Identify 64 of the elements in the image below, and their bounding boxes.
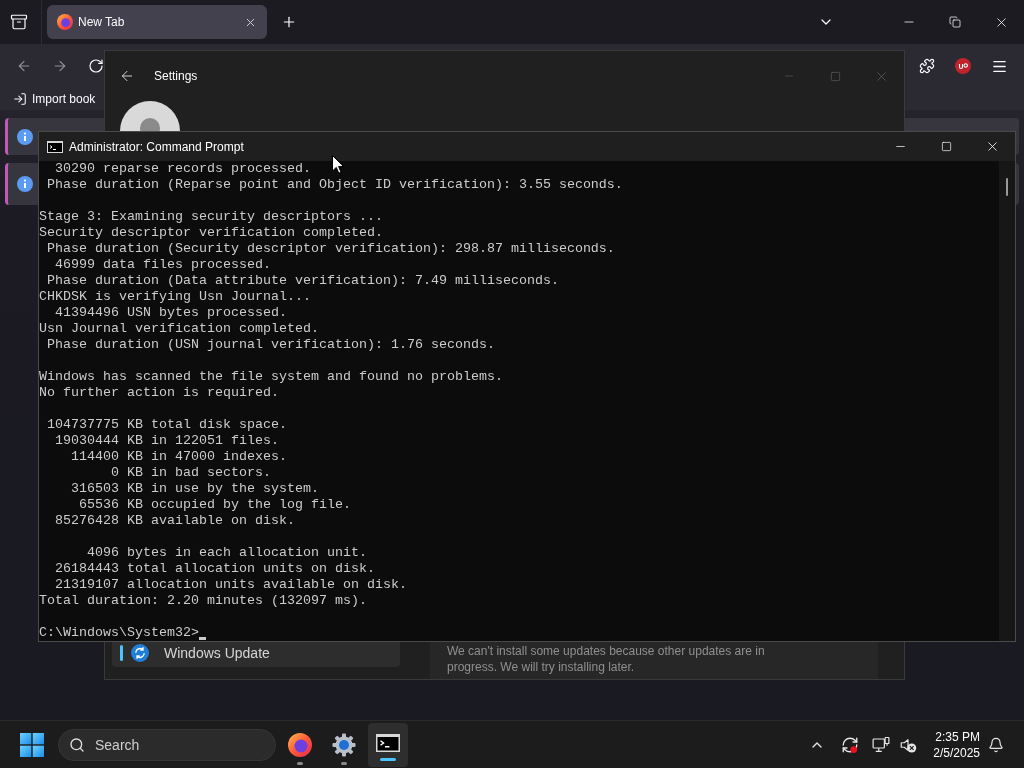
window-title: Settings xyxy=(154,69,198,83)
command-prompt: C:\Windows\System32> xyxy=(39,625,199,641)
import-icon[interactable] xyxy=(13,92,27,106)
terminal-line: Usn Journal verification completed. xyxy=(39,321,319,337)
archive-icon[interactable] xyxy=(10,13,28,31)
start-icon[interactable] xyxy=(20,732,44,757)
terminal-line: 30290 reparse records processed. xyxy=(54,161,311,177)
browser-tab[interactable]: New Tab xyxy=(47,5,267,39)
terminal-line: 21319107 allocation units available on disk. xyxy=(54,577,407,593)
terminal-line: Stage 3: Examining security descriptors ... xyxy=(39,209,383,225)
terminal-line: 104737775 KB total disk space. xyxy=(46,417,287,433)
status-message: We can't install some updates because other updates are in progress. We will try installing later. xyxy=(447,643,766,675)
terminal-line: No further action is required. xyxy=(39,385,279,401)
globe-logo-icon xyxy=(57,14,73,30)
terminal-line: Phase duration (Security descriptor verification): 298.87 milliseconds. xyxy=(46,241,615,257)
text-cursor-icon xyxy=(198,637,206,640)
clock-time: 2:35 PM xyxy=(935,728,980,745)
terminal-line: Phase duration (USN journal verification): 1.76 seconds. xyxy=(46,337,495,353)
terminal-line: Phase duration (Reparse point and Object ID verification): 3.55 seconds. xyxy=(46,177,623,193)
terminal-line: 41394496 USN bytes processed. xyxy=(54,305,287,321)
terminal-line: 19030444 KB in 122051 files. xyxy=(54,433,279,449)
terminal-line: Security descriptor verification completed. xyxy=(39,225,383,241)
pointer-icon xyxy=(332,155,344,174)
notification-bell-icon[interactable] xyxy=(988,736,1004,753)
terminal-line: 0 KB in bad sectors. xyxy=(109,465,271,481)
monitor-icon[interactable] xyxy=(872,735,890,754)
terminal-line: 114400 KB in 47000 indexes. xyxy=(70,449,287,465)
terminal-line: Phase duration (Data attribute verification): 7.49 milliseconds. xyxy=(46,273,559,289)
terminal-line: 26184443 total allocation units on disk. xyxy=(54,561,375,577)
sync-icon xyxy=(131,644,149,662)
restore-icon[interactable] xyxy=(949,16,961,28)
terminal-line: 65536 KB occupied by the log file. xyxy=(78,497,351,513)
extension-badge-icon[interactable] xyxy=(955,58,971,74)
window-title: Administrator: Command Prompt xyxy=(69,139,244,154)
bookmark-item[interactable]: Import book xyxy=(13,92,96,106)
terminal-line: CHKDSK is verifying Usn Journal... xyxy=(39,289,311,305)
console-icon xyxy=(47,140,63,153)
running-indicator-icon xyxy=(341,761,347,765)
reload-icon[interactable] xyxy=(88,58,104,74)
running-indicator-icon xyxy=(380,757,396,761)
gear-icon xyxy=(332,732,356,757)
terminal-line: 46999 data files processed. xyxy=(54,257,271,273)
globe-logo-icon xyxy=(288,732,312,757)
console-icon xyxy=(376,732,400,753)
taskbar-app[interactable] xyxy=(368,722,408,767)
terminal-line: 316503 KB in use by the system. xyxy=(70,481,319,497)
new-tab-icon[interactable] xyxy=(281,14,297,30)
info-icon xyxy=(17,176,33,192)
forward-icon[interactable] xyxy=(52,58,68,74)
terminal-line: 85276428 KB available on disk. xyxy=(54,513,295,529)
running-indicator-icon xyxy=(297,761,303,765)
back-icon[interactable] xyxy=(16,58,32,74)
clock-date: 2/5/2025 xyxy=(933,744,980,761)
terminal-line: Total duration: 2.20 minutes (132097 ms). xyxy=(39,593,367,609)
sync-alert-icon[interactable] xyxy=(841,735,859,754)
info-icon xyxy=(17,128,33,145)
terminal-line: Windows has scanned the file system and found no problems. xyxy=(39,369,503,385)
puzzle-icon[interactable] xyxy=(919,58,935,74)
scroll-thumb[interactable] xyxy=(1006,178,1008,196)
back-icon[interactable] xyxy=(119,68,135,84)
search-field[interactable]: Search xyxy=(58,728,276,761)
terminal-line: 4096 bytes in each allocation unit. xyxy=(86,545,367,561)
search-icon[interactable] xyxy=(69,736,85,753)
indicator-icon xyxy=(120,645,123,661)
